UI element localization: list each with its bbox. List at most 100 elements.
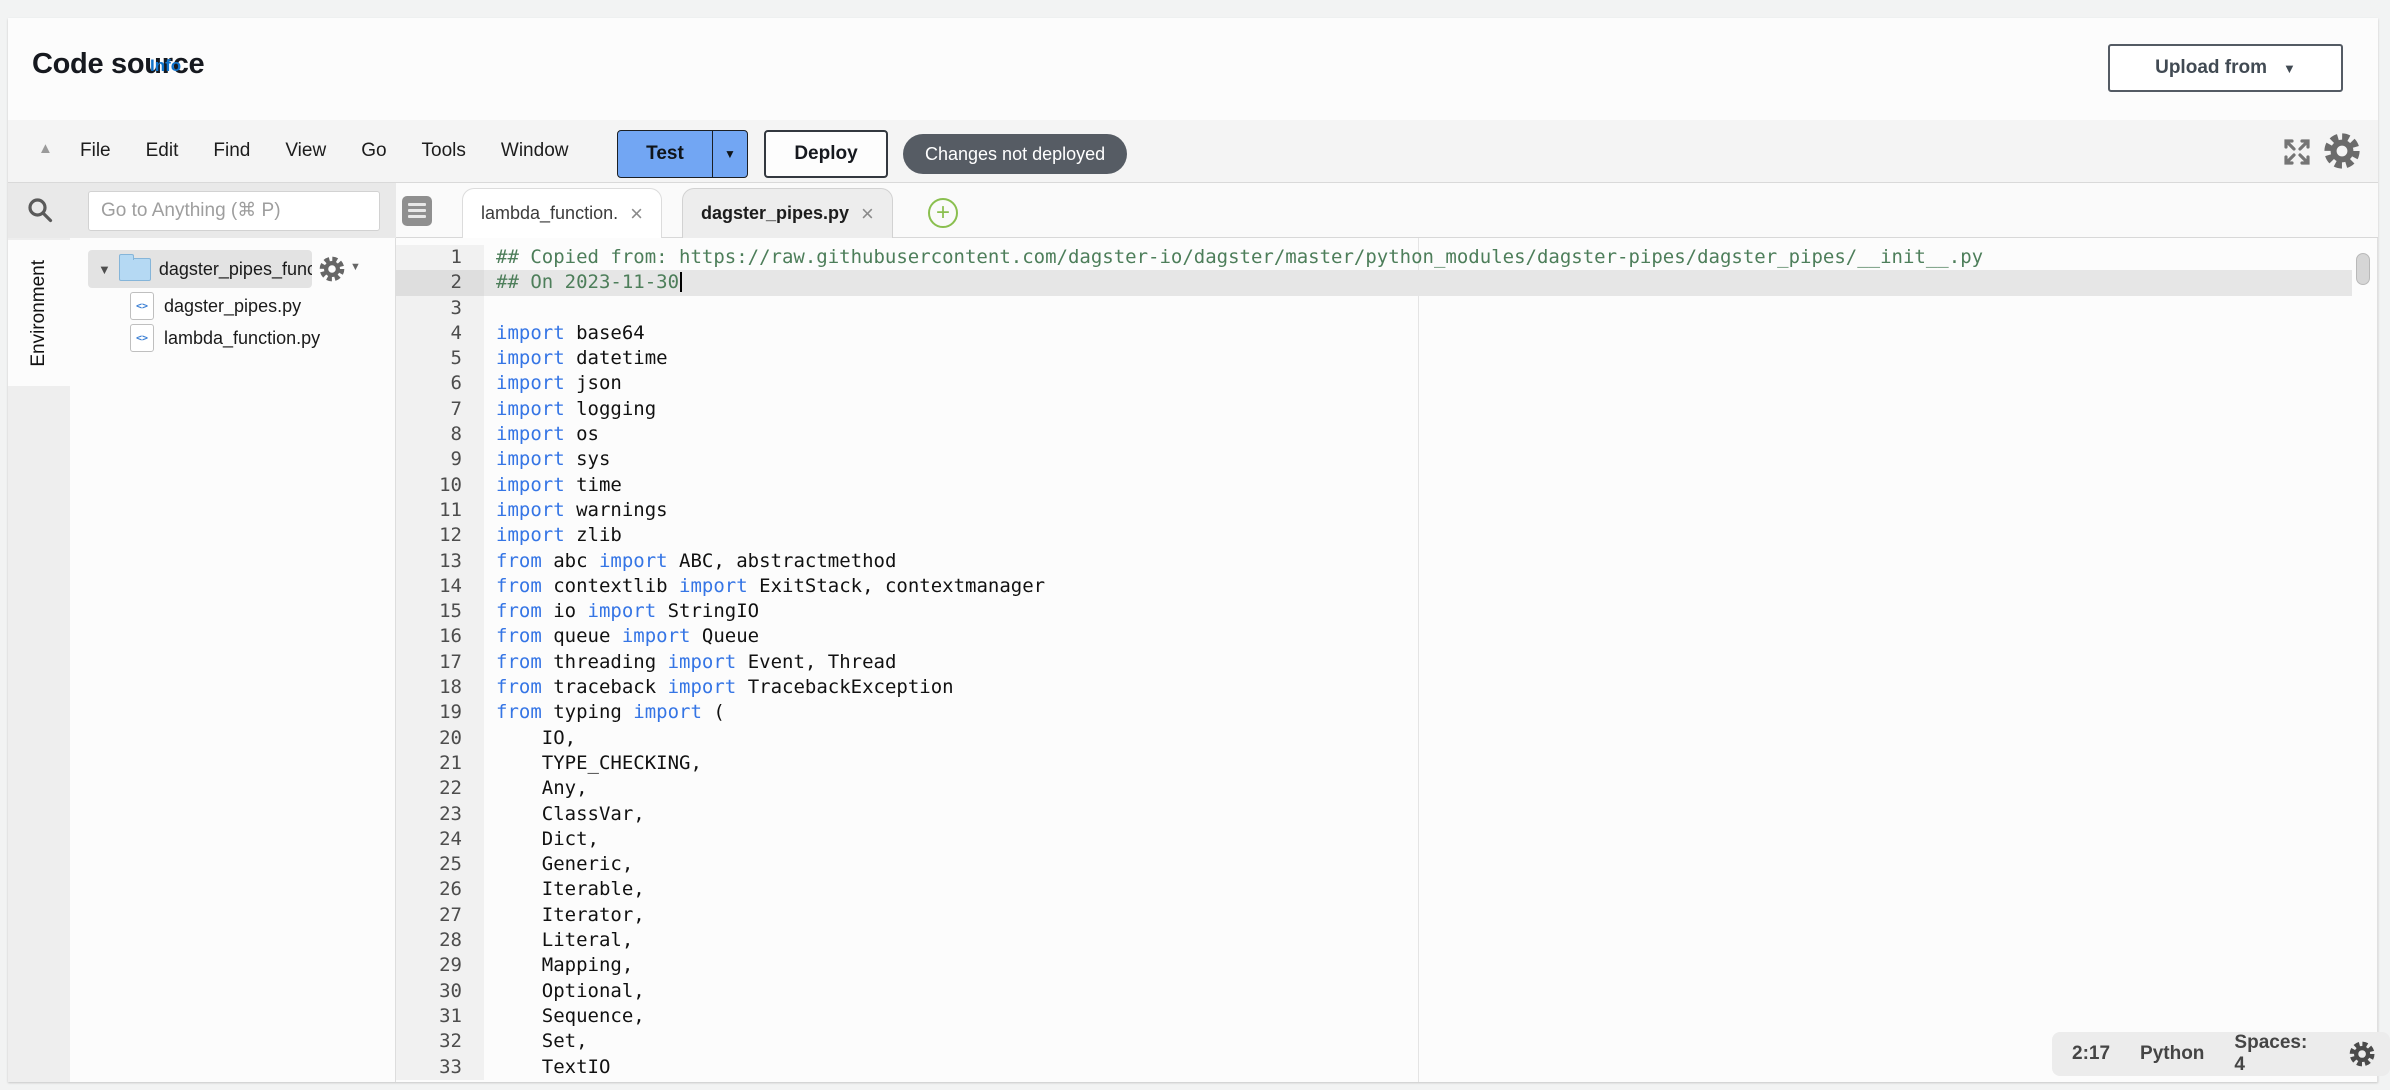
environment-panel-tab[interactable]: Environment xyxy=(8,240,70,386)
tab-close-icon[interactable]: × xyxy=(630,201,643,227)
info-link[interactable]: Info xyxy=(150,56,181,76)
code-row: 27 Iterator, xyxy=(396,903,2352,928)
menu-edit[interactable]: Edit xyxy=(144,136,181,166)
line-number: 9 xyxy=(396,447,484,472)
status-settings-gear-icon[interactable] xyxy=(2348,1039,2376,1069)
test-split-button: Test ▼ xyxy=(617,130,748,178)
line-number: 18 xyxy=(396,675,484,700)
chevron-down-icon[interactable]: ▼ xyxy=(350,261,361,273)
line-number: 14 xyxy=(396,574,484,599)
code-line-text[interactable] xyxy=(484,296,2352,321)
code-line-text[interactable]: TYPE_CHECKING, xyxy=(484,751,2352,776)
menu-find[interactable]: Find xyxy=(211,136,252,166)
test-dropdown-button[interactable]: ▼ xyxy=(712,131,747,177)
code-line-text[interactable]: import os xyxy=(484,422,2352,447)
line-number: 26 xyxy=(396,877,484,902)
code-row: 18from traceback import TracebackExcepti… xyxy=(396,675,2352,700)
code-line-text[interactable]: import base64 xyxy=(484,321,2352,346)
upload-from-button[interactable]: Upload from ▼ xyxy=(2108,44,2343,92)
code-line-text[interactable]: IO, xyxy=(484,726,2352,751)
test-button[interactable]: Test xyxy=(618,131,712,177)
menu-file[interactable]: File xyxy=(78,136,113,166)
code-line-text[interactable]: import logging xyxy=(484,397,2352,422)
code-row: 31 Sequence, xyxy=(396,1004,2352,1029)
code-line-text[interactable]: import json xyxy=(484,371,2352,396)
search-icon[interactable] xyxy=(26,196,54,224)
tab-dagster_pipes-py[interactable]: dagster_pipes.py × xyxy=(682,188,893,238)
code-line-text[interactable]: Sequence, xyxy=(484,1004,2352,1029)
menu-go[interactable]: Go xyxy=(359,136,388,166)
language-mode[interactable]: Python xyxy=(2140,1043,2204,1065)
code-line-text[interactable]: Iterator, xyxy=(484,903,2352,928)
code-row: 21 TYPE_CHECKING, xyxy=(396,751,2352,776)
line-number: 5 xyxy=(396,346,484,371)
line-number: 21 xyxy=(396,751,484,776)
line-number: 3 xyxy=(396,296,484,321)
menu-tools[interactable]: Tools xyxy=(420,136,468,166)
code-line-text[interactable]: from threading import Event, Thread xyxy=(484,650,2352,675)
tree-file-row[interactable]: <>dagster_pipes.py xyxy=(70,290,396,322)
line-number: 32 xyxy=(396,1029,484,1054)
menu-window[interactable]: Window xyxy=(499,136,571,166)
tab-close-icon[interactable]: × xyxy=(861,201,874,227)
line-number: 27 xyxy=(396,903,484,928)
tab-list-icon[interactable] xyxy=(402,196,432,226)
tab-size[interactable]: Spaces: 4 xyxy=(2234,1032,2317,1076)
line-number: 19 xyxy=(396,700,484,725)
tab-label: dagster_pipes.py xyxy=(701,203,849,224)
tree-settings-gear-icon[interactable] xyxy=(318,255,346,283)
tree-folder-row[interactable]: ▼ dagster_pipes_funct xyxy=(88,250,312,288)
code-line-text[interactable]: from contextlib import ExitStack, contex… xyxy=(484,574,2352,599)
line-number: 20 xyxy=(396,726,484,751)
code-line-text[interactable]: import zlib xyxy=(484,523,2352,548)
code-line-text[interactable]: Any, xyxy=(484,776,2352,801)
line-number: 4 xyxy=(396,321,484,346)
settings-gear-icon[interactable] xyxy=(2322,131,2362,171)
environment-panel-label: Environment xyxy=(28,260,50,367)
vertical-scrollbar-thumb[interactable] xyxy=(2356,253,2370,285)
collapse-menubar-icon[interactable]: ▲ xyxy=(38,140,53,157)
line-number: 2 xyxy=(396,270,484,295)
tab-lambda_function-[interactable]: lambda_function.× xyxy=(462,188,662,238)
code-line-text[interactable]: from io import StringIO xyxy=(484,599,2352,624)
line-number: 28 xyxy=(396,928,484,953)
folder-disclosure-icon[interactable]: ▼ xyxy=(98,262,111,277)
code-line-text[interactable]: import sys xyxy=(484,447,2352,472)
code-line-text[interactable]: Dict, xyxy=(484,827,2352,852)
code-line-text[interactable]: Iterable, xyxy=(484,877,2352,902)
folder-icon xyxy=(119,258,151,281)
goto-anything-input[interactable] xyxy=(88,191,380,231)
code-row: 28 Literal, xyxy=(396,928,2352,953)
line-number: 33 xyxy=(396,1055,484,1080)
code-line-text[interactable]: from abc import ABC, abstractmethod xyxy=(484,549,2352,574)
code-line-text[interactable]: import time xyxy=(484,473,2352,498)
code-line-text[interactable]: ClassVar, xyxy=(484,802,2352,827)
menu-list: File Edit Find View Go Tools Window xyxy=(78,120,570,182)
line-number: 7 xyxy=(396,397,484,422)
code-line-text[interactable]: ## On 2023-11-30 xyxy=(484,270,2352,295)
code-row: 24 Dict, xyxy=(396,827,2352,852)
code-line-text[interactable]: from typing import ( xyxy=(484,700,2352,725)
add-tab-icon[interactable]: + xyxy=(928,198,958,228)
code-line-text[interactable]: from traceback import TracebackException xyxy=(484,675,2352,700)
tree-file-row[interactable]: <>lambda_function.py xyxy=(70,322,396,354)
code-row: 26 Iterable, xyxy=(396,877,2352,902)
code-row: 10import time xyxy=(396,473,2352,498)
line-number: 16 xyxy=(396,624,484,649)
code-row: 13from abc import ABC, abstractmethod xyxy=(396,549,2352,574)
code-line-text[interactable]: Literal, xyxy=(484,928,2352,953)
line-number: 8 xyxy=(396,422,484,447)
code-line-text[interactable]: Generic, xyxy=(484,852,2352,877)
cursor-position[interactable]: 2:17 xyxy=(2072,1043,2110,1065)
deploy-button[interactable]: Deploy xyxy=(764,130,888,178)
menu-view[interactable]: View xyxy=(283,136,328,166)
code-line-text[interactable]: Optional, xyxy=(484,979,2352,1004)
code-row: 14from contextlib import ExitStack, cont… xyxy=(396,574,2352,599)
code-line-text[interactable]: import warnings xyxy=(484,498,2352,523)
fullscreen-icon[interactable] xyxy=(2281,136,2313,168)
code-line-text[interactable]: import datetime xyxy=(484,346,2352,371)
code-line-text[interactable]: ## Copied from: https://raw.githubuserco… xyxy=(484,245,2352,270)
code-line-text[interactable]: from queue import Queue xyxy=(484,624,2352,649)
code-line-text[interactable]: Mapping, xyxy=(484,953,2352,978)
code-row: 1## Copied from: https://raw.githubuserc… xyxy=(396,245,2352,270)
